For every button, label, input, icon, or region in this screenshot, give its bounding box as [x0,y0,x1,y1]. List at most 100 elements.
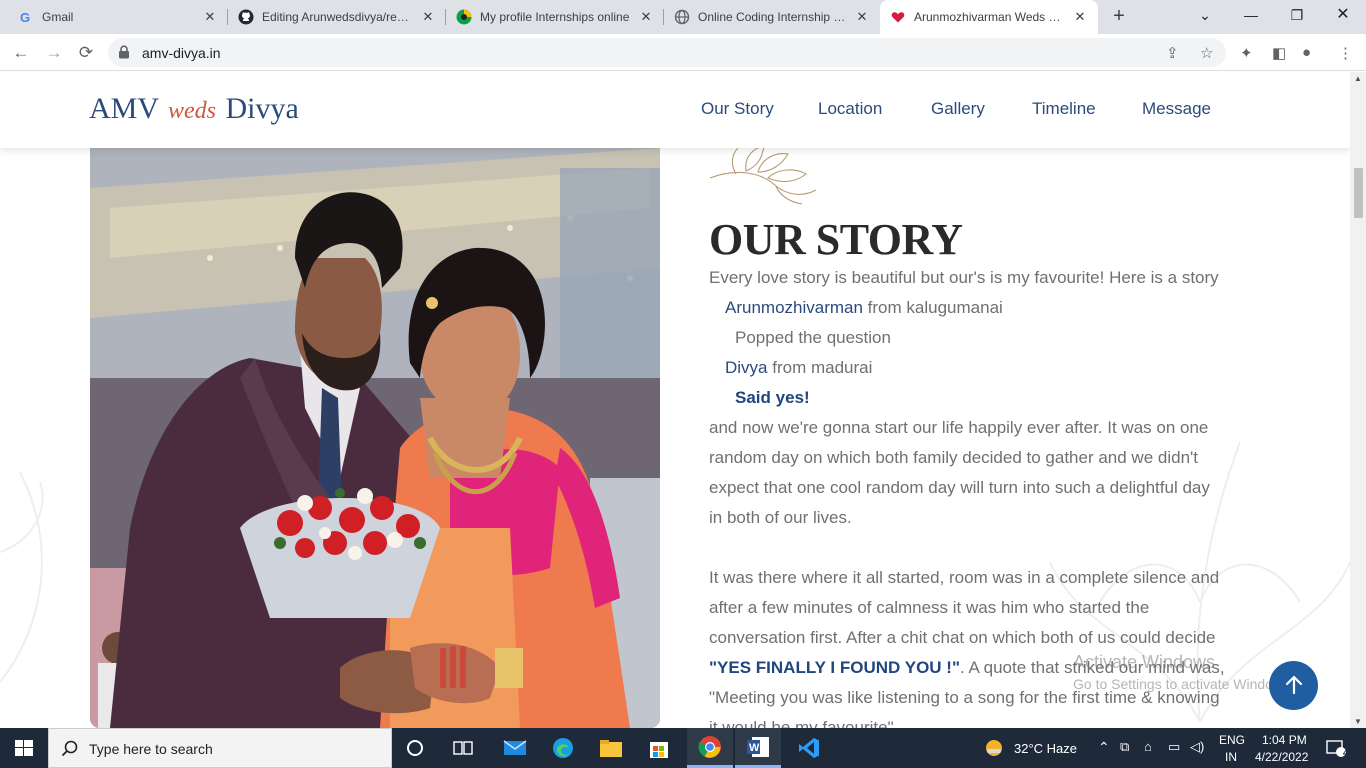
word-icon[interactable]: W [735,728,781,768]
nav-link-our-story[interactable]: Our Story [701,99,774,119]
back-button[interactable]: ← [7,39,35,67]
search-icon [61,740,78,757]
story-groom-line: Arunmozhivarman from kalugumanai [725,298,1003,318]
clock-date[interactable]: 4/22/2022 [1255,750,1308,764]
page-scrollbar[interactable]: ▲ ▼ [1350,72,1366,728]
cortana-icon[interactable] [392,733,438,763]
close-window-button[interactable]: ✕ [1320,0,1366,32]
tab-gmail[interactable]: G Gmail ✕ [8,0,228,34]
tab-title: Editing Arunwedsdivya/readme [262,10,414,24]
bride-from: from madurai [767,358,873,377]
language-top[interactable]: ENG [1219,733,1245,747]
bookmark-star-icon[interactable]: ☆ [1200,44,1213,62]
extensions-puzzle-icon[interactable]: ✦ [1240,44,1253,62]
our-story-heading: OUR STORY [709,215,963,264]
scroll-up-arrow-icon[interactable]: ▲ [1354,74,1362,83]
internshala-icon [456,9,472,25]
weather-icon[interactable] [980,733,1008,763]
tab-amv-divya[interactable]: Arunmozhivarman Weds Divya ✕ [880,0,1098,34]
browser-tab-strip: G Gmail ✕ Editing Arunwedsdivya/readme ✕… [0,0,1366,34]
browser-menu-icon[interactable]: ⋮ [1338,44,1353,62]
close-icon[interactable]: ✕ [1072,9,1088,25]
meet-now-icon[interactable]: ⧉ [1120,739,1129,755]
close-icon[interactable]: ✕ [854,9,870,25]
tab-github[interactable]: Editing Arunwedsdivya/readme ✕ [228,0,446,34]
taskbar-search-box[interactable]: Type here to search [48,728,392,768]
story-paragraph-line: expect that one cool random day will tur… [709,478,1210,497]
search-placeholder: Type here to search [89,741,213,757]
tab-search-chevron-icon[interactable]: ⌄ [1182,0,1228,32]
nav-link-gallery[interactable]: Gallery [931,99,985,119]
file-explorer-icon[interactable] [588,733,634,763]
story-paragraph-line: conversation first. After a chit chat on… [709,628,1216,647]
story-paragraph-line: it would be my favourite" [709,718,894,728]
tab-title: Arunmozhivarman Weds Divya [914,10,1066,24]
nav-link-location[interactable]: Location [818,99,882,119]
new-tab-button[interactable]: + [1106,4,1132,30]
tab-title: Gmail [42,10,74,24]
tab-coding-internship[interactable]: Online Coding Internship - Sk ✕ [664,0,880,34]
groom-name: Arunmozhivarman [725,298,863,317]
restore-button[interactable]: ❐ [1274,0,1320,32]
profile-avatar-icon[interactable]: ● [1302,44,1311,61]
logo-part-groom: AMV [89,92,159,125]
close-icon[interactable]: ✕ [420,9,436,25]
network-icon[interactable]: ⌂ [1144,739,1152,754]
start-button[interactable] [0,728,48,768]
nav-link-timeline[interactable]: Timeline [1032,99,1096,119]
story-paragraph-line: in both of our lives. [709,508,852,527]
site-logo[interactable]: AMV weds Divya [89,92,299,126]
microsoft-store-icon[interactable] [636,733,682,763]
tab-title: My profile Internships online [480,10,630,24]
notification-count: 4 [1343,748,1349,758]
page-viewport: AMV weds Divya Our Story Location Galler… [0,72,1350,728]
story-popped-line: Popped the question [735,328,891,347]
story-intro-text: Every love story is beautiful but our's … [709,268,1219,287]
forward-button[interactable]: → [40,39,68,67]
minimize-button[interactable]: — [1228,0,1274,32]
logo-part-bride: Divya [225,92,299,125]
side-panel-icon[interactable]: ◧ [1272,44,1286,62]
story-paragraph-line: after a few minutes of calmness it was h… [709,598,1150,617]
close-icon[interactable]: ✕ [638,9,654,25]
activate-windows-title: Activate Windows [1073,652,1216,672]
bride-name: Divya [725,358,768,377]
story-said-yes: Said yes! [735,388,810,407]
mail-icon[interactable] [492,733,538,763]
windows-logo-icon [15,740,33,756]
tab-internshala[interactable]: My profile Internships online ✕ [446,0,664,34]
notifications-button[interactable]: 4 [1316,733,1356,763]
story-paragraph-line: random day on which both family decided … [709,448,1198,467]
clock-time[interactable]: 1:04 PM [1262,733,1307,747]
display-icon[interactable]: ▭ [1168,739,1180,755]
scrollbar-thumb[interactable] [1354,168,1363,218]
arrow-up-icon [1285,675,1302,695]
weather-text[interactable]: 32°C Haze [1014,741,1077,756]
couple-photo [90,148,660,728]
reload-button[interactable]: ⟳ [72,39,100,67]
address-bar[interactable]: amv-divya.in ⇪ ☆ [108,38,1226,67]
close-icon[interactable]: ✕ [202,9,218,25]
logo-part-weds: weds [167,98,216,124]
tray-chevron-up-icon[interactable]: ⌃ [1098,739,1110,756]
scroll-to-top-button[interactable] [1269,661,1318,710]
nav-link-message[interactable]: Message [1142,99,1211,119]
language-bottom[interactable]: IN [1225,750,1237,764]
scroll-down-arrow-icon[interactable]: ▼ [1354,717,1362,726]
browser-toolbar: ← → ⟳ amv-divya.in ⇪ ☆ ✦ ◧ ● ⋮ [0,34,1366,71]
github-icon [238,9,254,25]
windows-taskbar: Type here to search W 32°C Haze ⌃ ⧉ ⌂ ▭ … [0,728,1366,768]
task-view-icon[interactable] [440,733,486,763]
svg-text:W: W [749,742,760,754]
svg-text:G: G [20,10,30,24]
tab-title: Online Coding Internship - Sk [698,10,848,24]
url-text: amv-divya.in [142,45,221,61]
chrome-icon[interactable] [687,728,733,768]
edge-icon[interactable] [540,733,586,763]
share-icon[interactable]: ⇪ [1166,44,1179,62]
vscode-icon[interactable] [786,733,832,763]
story-quote-bold: "YES FINALLY I FOUND YOU !" [709,658,961,677]
activate-windows-subtitle: Go to Settings to activate Windows. [1073,676,1294,692]
background-floral-icon [0,471,44,683]
volume-icon[interactable]: ◁) [1190,739,1204,755]
